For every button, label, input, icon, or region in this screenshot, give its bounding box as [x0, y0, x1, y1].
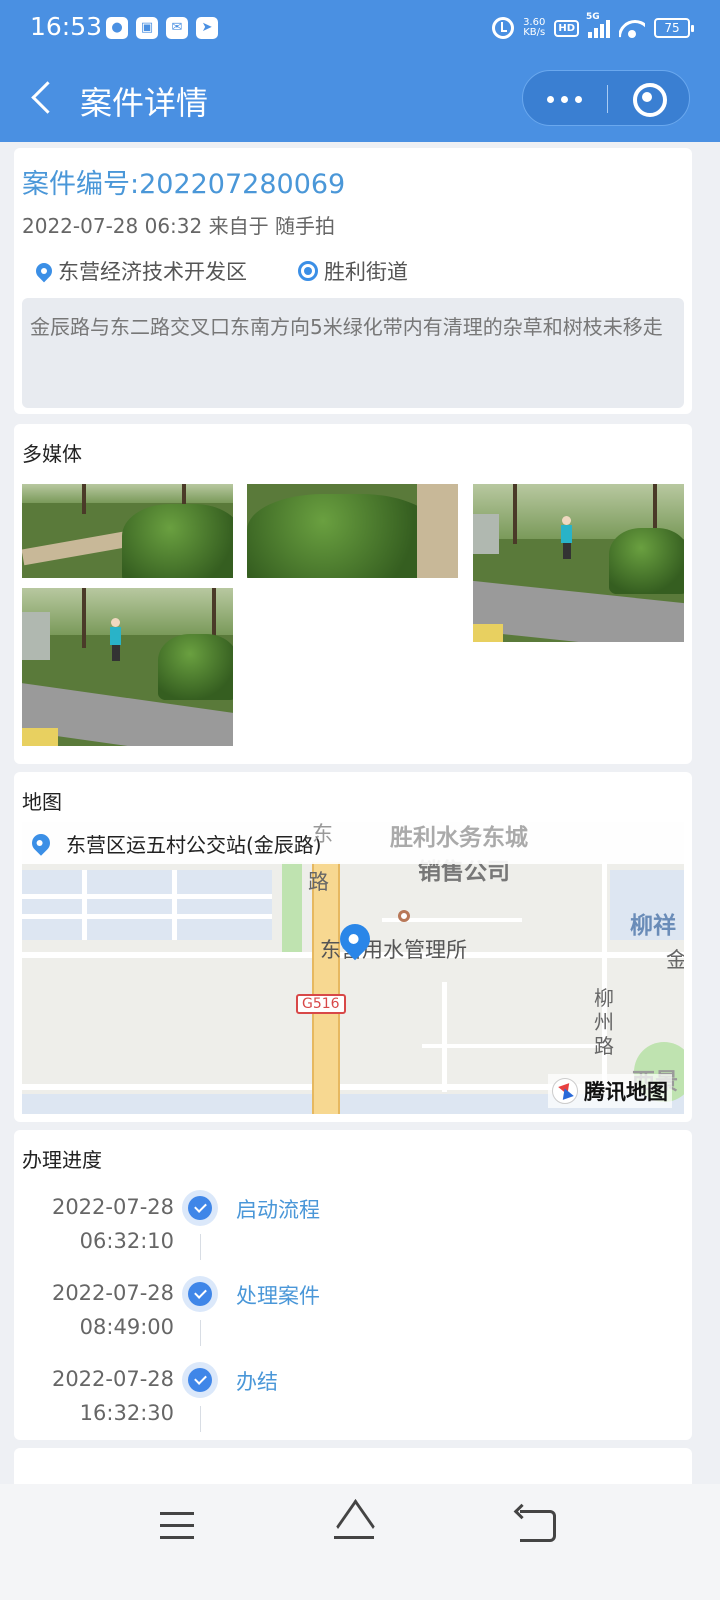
- case-description: 金辰路与东二路交叉口东南方向5米绿化带内有清理的杂草和树枝未移走: [22, 298, 684, 408]
- photo-1[interactable]: [22, 484, 233, 578]
- timeline-date-time: 08:49:00: [79, 1315, 174, 1339]
- location-pin-icon: [32, 259, 56, 283]
- miniprogram-capsule: [522, 70, 690, 126]
- map-road: [22, 914, 272, 919]
- page-title: 案件详情: [80, 84, 209, 122]
- status-indicators: 3.60 KB/s HD 5G 75: [492, 12, 694, 40]
- header-bar: 16:53 ● ▣ ✉ ➤ 3.60 KB/s HD 5G 75 案件详情: [0, 0, 720, 142]
- timeline-connector: [200, 1234, 201, 1260]
- timeline-date-day: 2022-07-28: [51, 1195, 174, 1219]
- album-icon: ▣: [136, 17, 158, 39]
- network-speed: 3.60 KB/s: [523, 18, 545, 38]
- mail-icon: ✉: [166, 17, 188, 39]
- map-main-road: [312, 862, 340, 1114]
- wifi-icon: [619, 18, 645, 38]
- map-block: [22, 870, 272, 940]
- timeline-date: 2022-07-28 06:32:10: [14, 1190, 174, 1258]
- map-label-liuxiang: 柳祥: [630, 913, 676, 939]
- progress-card: 办理进度 2022-07-28 06:32:10 启动流程 2022-07-28…: [14, 1130, 692, 1440]
- compass-icon: [552, 1078, 578, 1104]
- case-info-card: 案件编号:202207280069 2022-07-28 06:32 来自于 随…: [14, 148, 692, 414]
- close-miniprogram-icon[interactable]: [607, 71, 691, 127]
- status-bar: 16:53 ● ▣ ✉ ➤ 3.60 KB/s HD 5G 75: [0, 0, 720, 56]
- timeline-connector: [200, 1406, 201, 1432]
- progress-title: 办理进度: [22, 1148, 102, 1172]
- timeline-date-day: 2022-07-28: [51, 1281, 174, 1305]
- menu-icon[interactable]: [160, 1512, 194, 1542]
- back-icon[interactable]: [520, 1510, 556, 1542]
- back-arrow-icon[interactable]: [28, 80, 58, 116]
- alarm-icon: [492, 17, 515, 39]
- system-nav-bar: [0, 1484, 720, 1600]
- timeline-date-day: 2022-07-28: [51, 1367, 174, 1391]
- timeline-date-time: 16:32:30: [79, 1401, 174, 1425]
- timeline-date-time: 06:32:10: [79, 1229, 174, 1253]
- map-address-bar: 东营区运五村公交站(金辰路): [22, 822, 684, 864]
- map-label-road-lu: 路: [308, 870, 329, 894]
- map-park: [282, 862, 302, 952]
- map-card: 地图 东营区运五村公交站(金辰路) 胜利水务东城 销售公司 东 路 东营用水管理…: [14, 772, 692, 1122]
- timeline-date: 2022-07-28 16:32:30: [14, 1362, 174, 1430]
- timeline-connector: [200, 1320, 201, 1346]
- hd-badge: HD: [554, 19, 579, 37]
- check-circle-icon: [182, 1276, 218, 1312]
- map-title: 地图: [22, 790, 62, 814]
- location-pin-icon: [28, 830, 54, 856]
- more-button[interactable]: [523, 71, 607, 127]
- district-label: 东营经济技术开发区: [58, 260, 247, 284]
- street-label: 胜利街道: [324, 260, 408, 284]
- check-circle-icon: [182, 1362, 218, 1398]
- map-road: [422, 1044, 602, 1048]
- timeline-step-label: 办结: [236, 1370, 278, 1394]
- target-icon: [298, 261, 318, 281]
- photo-3[interactable]: [473, 484, 684, 642]
- media-title: 多媒体: [22, 442, 82, 466]
- map-label-road-dong: 东: [312, 822, 333, 846]
- timeline-date: 2022-07-28 08:49:00: [14, 1276, 174, 1344]
- map-road: [22, 894, 272, 899]
- map-provider: 腾讯地图: [584, 1080, 668, 1104]
- media-card: 多媒体: [14, 424, 692, 764]
- map-label-jin: 金: [666, 948, 684, 972]
- status-time: 16:53: [30, 12, 103, 41]
- map-road: [172, 870, 177, 940]
- battery-icon: 75: [654, 18, 694, 38]
- network-type: 5G: [586, 12, 600, 22]
- case-number: 案件编号:202207280069: [22, 169, 346, 200]
- signal-icon: 5G: [586, 12, 610, 38]
- bluetooth-app-icon: ➤: [196, 17, 218, 39]
- street-tag: 胜利街道: [298, 256, 408, 286]
- map-label-liuzhou-road: 柳州路: [594, 986, 614, 1058]
- district-tag: 东营经济技术开发区: [32, 256, 247, 286]
- wechat-icon: ●: [106, 17, 128, 39]
- map-poi-icon: [398, 910, 410, 922]
- timeline-step-label: 启动流程: [236, 1198, 320, 1222]
- timeline-step-label: 处理案件: [236, 1284, 320, 1308]
- map-label-water-company: 胜利水务东城: [390, 825, 528, 851]
- map-address: 东营区运五村公交站(金辰路): [66, 832, 322, 857]
- case-meta: 2022-07-28 06:32 来自于 随手拍: [22, 214, 335, 238]
- check-circle-icon: [182, 1190, 218, 1226]
- map-road: [442, 982, 447, 1092]
- map-view[interactable]: 东营区运五村公交站(金辰路) 胜利水务东城 销售公司 东 路 东营用水管理所 G…: [22, 822, 684, 1114]
- map-road-shield-g516: G516: [296, 994, 346, 1014]
- home-icon[interactable]: [330, 1510, 378, 1544]
- speed-unit: KB/s: [523, 27, 546, 38]
- photo-4[interactable]: [22, 588, 233, 746]
- map-road: [82, 870, 87, 940]
- photo-2[interactable]: [247, 484, 458, 578]
- tencent-map-logo: 腾讯地图: [548, 1074, 672, 1108]
